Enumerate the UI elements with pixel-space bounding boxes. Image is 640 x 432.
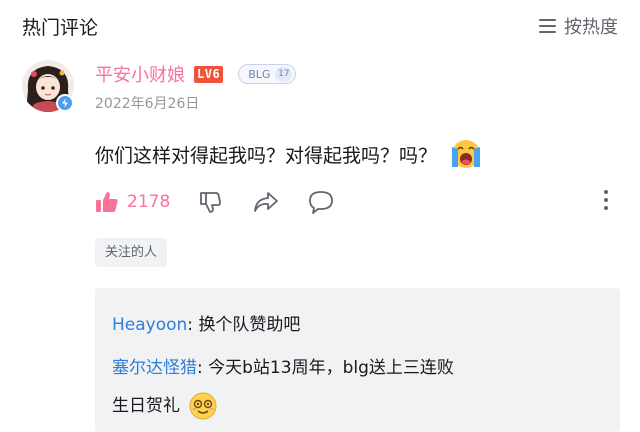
reply-item-continued: 生日贺礼 — [112, 388, 218, 424]
reply-separator: : — [197, 358, 209, 378]
dislike-button[interactable] — [198, 190, 222, 218]
verified-badge-icon — [56, 94, 74, 112]
reply-text: 换个队赞助吧 — [198, 315, 301, 335]
sort-lines-icon — [539, 19, 556, 33]
comment-text: 你们这样对得起我吗？对得起我吗？吗？ — [95, 144, 438, 167]
reply-author[interactable]: Heayoon — [112, 315, 187, 335]
comment-date: 2022年6月26日 — [95, 96, 200, 112]
replies-box[interactable]: Heayoon: 换个队赞助吧 塞尔达怪猎: 今天b站13周年，blg送上三连败… — [95, 288, 620, 432]
reply-separator: : — [187, 315, 199, 335]
more-options-button[interactable] — [602, 190, 610, 210]
like-button[interactable]: 2178 — [95, 190, 170, 214]
medal-level: 17 — [275, 66, 293, 82]
reply-item[interactable]: 塞尔达怪猎: 今天b站13周年，blg送上三连败 — [112, 350, 592, 386]
smiling-emoji-icon — [189, 392, 217, 420]
like-count: 2178 — [127, 192, 171, 212]
comment-actions: 2178 — [95, 188, 620, 218]
fan-medal[interactable]: BLG 17 — [238, 64, 297, 84]
comments-header: 热门评论 按热度 — [0, 0, 640, 50]
following-tag: 关注的人 — [95, 238, 168, 267]
comment-user-row: 平安小财娘 LV6 BLG 17 — [95, 61, 297, 87]
sort-by-hot-button[interactable]: 按热度 — [539, 13, 618, 39]
thumbs-down-icon — [200, 192, 221, 213]
reply-text: 今天b站13周年，blg送上三连败 — [208, 358, 454, 378]
username[interactable]: 平安小财娘 — [95, 61, 185, 87]
level-badge: LV6 — [194, 65, 224, 83]
thumbs-up-icon — [96, 192, 118, 212]
share-button[interactable] — [253, 191, 279, 217]
more-vertical-icon — [604, 190, 608, 194]
reply-button[interactable] — [308, 190, 334, 218]
sort-label: 按热度 — [564, 17, 618, 38]
section-title: 热门评论 — [22, 17, 99, 39]
share-icon — [254, 192, 278, 212]
reply-bubble-icon — [309, 191, 333, 214]
medal-name: BLG — [248, 67, 271, 81]
reply-item[interactable]: Heayoon: 换个队赞助吧 — [112, 307, 300, 343]
reply-text-continued: 生日贺礼 — [112, 396, 180, 416]
crying-emoji-icon — [452, 140, 481, 168]
reply-author[interactable]: 塞尔达怪猎 — [112, 358, 197, 378]
comment-content: 你们这样对得起我吗？对得起我吗？吗？ — [95, 137, 483, 171]
